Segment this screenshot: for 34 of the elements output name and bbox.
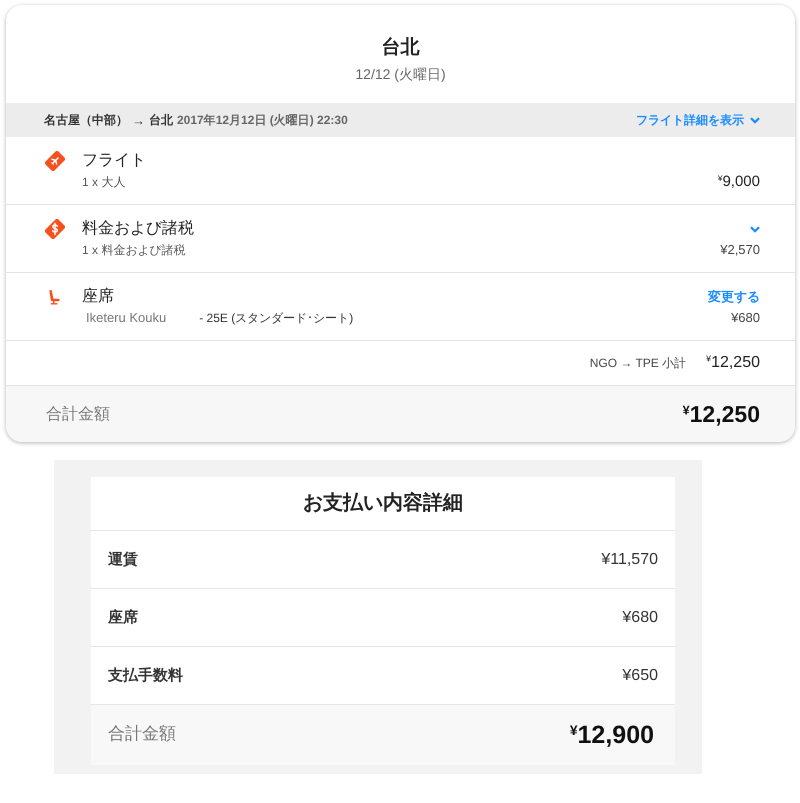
origin-city: 名古屋（中部）: [44, 112, 128, 128]
item-price: $^{¥}$9,000: [718, 173, 760, 191]
item-title: フライト: [82, 151, 147, 171]
seat-icon: [48, 289, 60, 305]
total-label: 合計金額: [46, 404, 110, 424]
payment-label: 運賃: [108, 550, 138, 569]
change-link[interactable]: 変更する: [708, 288, 760, 306]
passenger-name: Iketeru Kouku: [86, 309, 166, 327]
subtotal-amount: $^{¥}$12,250: [706, 354, 760, 372]
item-title: 座席: [82, 286, 115, 307]
payment-amount: ¥650: [622, 666, 658, 684]
destination-city: 台北: [149, 112, 173, 128]
seat-info: - 25E (スタンダード･シート): [199, 310, 354, 327]
item-price: ¥2,570: [720, 241, 760, 259]
route-arrow: →: [132, 112, 145, 128]
payment-label: 支払手数料: [108, 666, 183, 685]
payment-amount: ¥680: [622, 608, 658, 626]
subtotal-label: NGO → TPE 小計: [590, 354, 686, 372]
payment-total-label: 合計金額: [108, 722, 176, 744]
payment-label: 座席: [108, 608, 138, 627]
payment-total-amount: $^{¥}$12,900: [570, 720, 654, 750]
item-price: ¥680: [731, 309, 760, 327]
item-detail: 1 x 料金および諸税: [82, 242, 186, 259]
destination-title: 台北: [380, 36, 420, 60]
departure-time: 2017年12月12日 (火曜日) 22:30: [177, 112, 348, 128]
total-amount: $^{¥}$12,250: [682, 400, 760, 428]
chevron-down-icon[interactable]: [750, 226, 760, 232]
flight-details-link[interactable]: フライト詳細を表示: [636, 112, 760, 128]
payment-title: お支払い内容詳細: [91, 477, 675, 531]
item-title: 料金および諸税: [82, 218, 195, 239]
item-detail: 1 x 大人: [82, 174, 126, 191]
date-subtitle: 12/12 (火曜日): [354, 65, 447, 83]
payment-amount: ¥11,570: [601, 550, 658, 568]
chevron-down-icon: [750, 116, 760, 124]
